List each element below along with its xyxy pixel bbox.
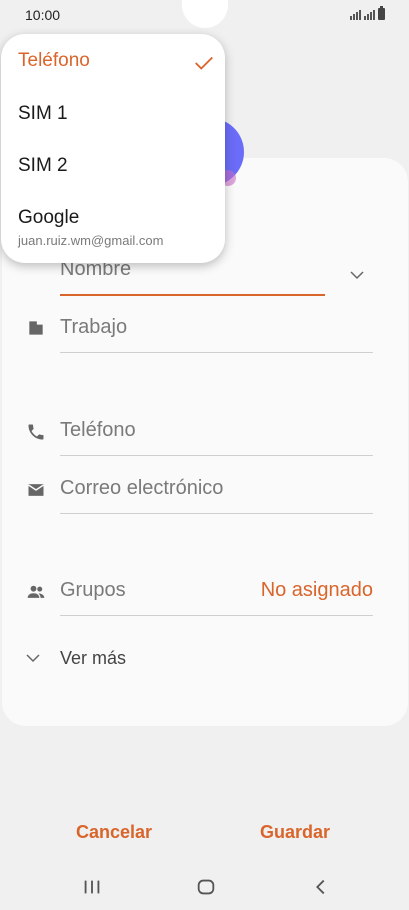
building-icon — [26, 318, 46, 338]
status-icons — [350, 6, 385, 20]
email-field[interactable]: Correo electrónico — [60, 469, 373, 514]
phone-icon — [26, 422, 46, 442]
recent-apps-icon[interactable] — [81, 876, 103, 898]
save-button[interactable]: Guardar — [260, 822, 330, 843]
groups-icon — [26, 582, 46, 602]
back-icon[interactable] — [310, 876, 332, 898]
groups-field[interactable]: Grupos No asignado — [60, 571, 373, 616]
phone-placeholder: Teléfono — [60, 419, 136, 441]
groups-label: Grupos — [60, 579, 126, 601]
home-icon[interactable] — [195, 876, 217, 898]
menu-item-sim1[interactable]: SIM 1 — [18, 103, 68, 125]
phone-field[interactable]: Teléfono — [60, 411, 373, 456]
storage-location-menu: Teléfono SIM 1 SIM 2 Google juan.ruiz.wm… — [1, 34, 225, 263]
signal-icon — [350, 10, 361, 20]
work-placeholder: Trabajo — [60, 316, 128, 338]
status-bar: 10:00 — [0, 0, 409, 32]
status-time: 10:00 — [25, 7, 61, 23]
navigation-bar — [0, 862, 409, 910]
cancel-button[interactable]: Cancelar — [76, 822, 152, 843]
menu-item-phone[interactable]: Teléfono — [18, 50, 90, 72]
signal-icon — [364, 10, 375, 20]
menu-item-sim2[interactable]: SIM 2 — [18, 155, 68, 177]
see-more-button[interactable]: Ver más — [60, 648, 126, 669]
chevron-down-icon[interactable] — [348, 266, 366, 284]
google-account-email: juan.ruiz.wm@gmail.com — [18, 233, 164, 248]
battery-icon — [378, 6, 385, 20]
menu-item-google[interactable]: Google — [18, 207, 79, 229]
check-icon — [193, 52, 215, 74]
email-icon — [26, 480, 46, 500]
email-placeholder: Correo electrónico — [60, 477, 224, 499]
camera-notch — [182, 0, 228, 28]
chevron-down-icon — [24, 649, 42, 667]
work-field[interactable]: Trabajo — [60, 308, 373, 353]
groups-value: No asignado — [260, 579, 373, 601]
